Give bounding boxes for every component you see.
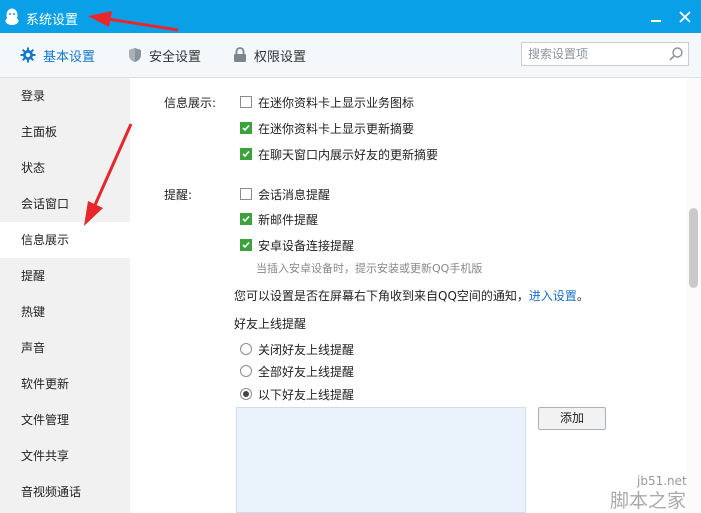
- radio-label: 以下好友上线提醒: [258, 387, 355, 402]
- radio-all-friends-online[interactable]: 全部好友上线提醒: [240, 362, 354, 380]
- radio-unselected[interactable]: [240, 365, 252, 377]
- add-friend-button[interactable]: 添加: [538, 407, 606, 430]
- checkbox-label: 新邮件提醒: [258, 212, 319, 227]
- sidebar-item-file-sharing[interactable]: 文件共享: [0, 438, 130, 474]
- shield-icon: [129, 48, 141, 62]
- tab-label: 权限设置: [254, 49, 307, 65]
- search-input[interactable]: [528, 46, 664, 62]
- lock-icon: [234, 47, 246, 62]
- checkbox-chat-friend-updates[interactable]: 在聊天窗口内展示好友的更新摘要: [240, 145, 438, 163]
- checkbox-message-reminder[interactable]: 会话消息提醒: [240, 185, 330, 203]
- search-icon[interactable]: [668, 46, 684, 62]
- scrollbar-thumb[interactable]: [689, 208, 698, 288]
- android-hint-text: 当插入安卓设备时，提示安装或更新QQ手机版: [256, 262, 483, 275]
- tab-permission-settings[interactable]: 权限设置: [233, 33, 306, 77]
- tab-label: 基本设置: [43, 49, 96, 65]
- checkbox-label: 在迷你资料卡上显示更新摘要: [258, 121, 415, 136]
- checkbox-label: 会话消息提醒: [258, 187, 331, 202]
- checkbox-unchecked[interactable]: [240, 96, 252, 108]
- checkbox-show-update-summary[interactable]: 在迷你资料卡上显示更新摘要: [240, 119, 414, 137]
- gear-icon: [20, 47, 36, 63]
- sidebar-item-info-display[interactable]: 信息展示: [0, 222, 130, 258]
- radio-selected[interactable]: [240, 388, 252, 400]
- check-icon: [242, 241, 250, 249]
- sidebar-item-main-panel[interactable]: 主面板: [0, 114, 130, 150]
- sidebar-item-reminders[interactable]: 提醒: [0, 258, 130, 294]
- reminders-label: 提醒:: [164, 188, 193, 202]
- checkbox-android-connect-reminder[interactable]: 安卓设备连接提醒: [240, 236, 354, 254]
- checkbox-new-mail-reminder[interactable]: 新邮件提醒: [240, 210, 318, 228]
- checkbox-unchecked[interactable]: [240, 188, 252, 200]
- title-bar: 系统设置: [0, 0, 701, 33]
- qzone-notice: 您可以设置是否在屏幕右下角收到来自QQ空间的通知，进入设置。: [234, 287, 589, 304]
- minimize-icon[interactable]: [650, 11, 662, 23]
- content-scrollbar[interactable]: [686, 78, 701, 513]
- search-box[interactable]: [521, 42, 689, 66]
- qzone-notice-text: 您可以设置是否在屏幕右下角收到来自QQ空间的通知，: [234, 289, 529, 303]
- settings-toolbar: 基本设置 安全设置 权限设置: [0, 33, 701, 78]
- tab-security-settings[interactable]: 安全设置: [128, 33, 201, 77]
- radio-label: 全部好友上线提醒: [258, 364, 355, 379]
- settings-sidebar: 登录 主面板 状态 会话窗口 信息展示 提醒 热键 声音 软件更新 文件管理 文…: [0, 78, 130, 513]
- sidebar-item-sound[interactable]: 声音: [0, 330, 130, 366]
- tab-label: 安全设置: [149, 49, 202, 65]
- radio-unselected[interactable]: [240, 343, 252, 355]
- friend-list-box[interactable]: [236, 407, 526, 513]
- check-icon: [242, 124, 250, 132]
- checkbox-checked[interactable]: [240, 122, 252, 134]
- sidebar-item-av-calls[interactable]: 音视频通话: [0, 474, 130, 510]
- checkbox-checked[interactable]: [240, 148, 252, 160]
- info-display-label: 信息展示:: [164, 96, 217, 110]
- tab-basic-settings[interactable]: 基本设置: [20, 33, 95, 77]
- window-title: 系统设置: [26, 13, 79, 28]
- check-icon: [242, 150, 250, 158]
- checkbox-label: 在聊天窗口内展示好友的更新摘要: [258, 147, 439, 162]
- checkbox-show-business-icons[interactable]: 在迷你资料卡上显示业务图标: [240, 93, 414, 111]
- sidebar-item-software-update[interactable]: 软件更新: [0, 366, 130, 402]
- sidebar-item-chat-window[interactable]: 会话窗口: [0, 186, 130, 222]
- checkbox-label: 安卓设备连接提醒: [258, 238, 355, 253]
- radio-disable-friend-online[interactable]: 关闭好友上线提醒: [240, 340, 354, 358]
- qq-penguin-icon: [5, 8, 19, 25]
- sidebar-item-hotkeys[interactable]: 热键: [0, 294, 130, 330]
- watermark-site: 脚本之家: [610, 490, 687, 512]
- checkbox-checked[interactable]: [240, 213, 252, 225]
- settings-content: 信息展示: 在迷你资料卡上显示业务图标 在迷你资料卡上显示更新摘要 在聊天窗口内…: [130, 78, 686, 513]
- qzone-notice-suffix: 。: [576, 289, 589, 303]
- close-icon[interactable]: [678, 10, 692, 24]
- check-icon: [242, 215, 250, 223]
- qzone-settings-link[interactable]: 进入设置: [529, 289, 577, 303]
- radio-label: 关闭好友上线提醒: [258, 342, 355, 357]
- sidebar-item-status[interactable]: 状态: [0, 150, 130, 186]
- radio-selected-friends-online[interactable]: 以下好友上线提醒: [240, 385, 354, 403]
- sidebar-item-login[interactable]: 登录: [0, 78, 130, 114]
- sidebar-item-file-management[interactable]: 文件管理: [0, 402, 130, 438]
- checkbox-checked[interactable]: [240, 239, 252, 251]
- friend-online-title: 好友上线提醒: [234, 317, 307, 331]
- checkbox-label: 在迷你资料卡上显示业务图标: [258, 95, 415, 110]
